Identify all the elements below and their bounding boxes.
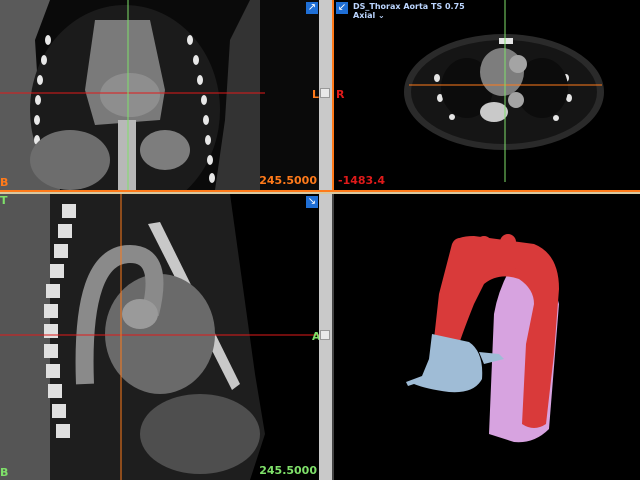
sagittal-scroll-thumb[interactable] xyxy=(320,330,330,340)
coronal-viewport[interactable]: L B 245.5000 ↗ xyxy=(0,0,319,190)
aorta-3d-render xyxy=(334,194,640,480)
coronal-orient-bottom: B xyxy=(0,176,9,189)
axial-viewport[interactable]: ↙ DS_Thorax Aorta TS 0.75 Axial ⌄ R -148… xyxy=(334,0,640,190)
coronal-ct-image xyxy=(0,0,319,190)
axial-view-dropdown[interactable]: Axial ⌄ xyxy=(353,11,385,20)
axial-ct-image xyxy=(334,0,640,190)
expand-arrow-icon[interactable]: ↗ xyxy=(306,2,318,14)
axial-wl-value: -1483.4 xyxy=(338,174,386,187)
coronal-orient-left: L xyxy=(312,88,319,101)
coronal-wl-value: 245.5000 xyxy=(259,174,317,187)
sagittal-orient-right: A xyxy=(312,330,319,343)
sagittal-scrollbar[interactable] xyxy=(319,194,332,480)
axial-series-title: DS_Thorax Aorta TS 0.75 xyxy=(353,2,465,11)
axial-orient-right: R xyxy=(336,88,345,101)
sagittal-wl-value: 245.5000 xyxy=(259,464,317,477)
sagittal-orient-top: T xyxy=(0,194,8,207)
coronal-scroll-thumb[interactable] xyxy=(320,88,330,98)
sagittal-ct-image xyxy=(0,194,319,480)
expand-arrow-icon[interactable]: ↙ xyxy=(336,2,348,14)
sagittal-orient-bottom: B xyxy=(0,466,9,479)
axial-view-name: Axial xyxy=(353,11,376,20)
expand-arrow-icon[interactable]: ↘ xyxy=(306,196,318,208)
coronal-scrollbar[interactable] xyxy=(319,0,332,190)
sagittal-viewport[interactable]: T A B 245.5000 ↘ xyxy=(0,194,319,480)
chevron-down-icon: ⌄ xyxy=(375,11,385,20)
volume-render-viewport[interactable] xyxy=(334,194,640,480)
